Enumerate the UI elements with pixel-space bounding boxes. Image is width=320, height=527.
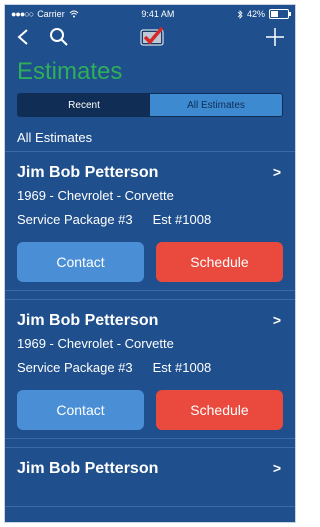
chevron-right-icon[interactable]: > xyxy=(273,312,281,328)
bluetooth-icon xyxy=(237,9,243,19)
vehicle-info: 1969 - Chevrolet - Corvette xyxy=(17,188,174,203)
customer-name: Jim Bob Petterson xyxy=(17,312,159,329)
app-screen: ●●●○○ Carrier 9:41 AM 42% Estimates Rece… xyxy=(4,4,296,523)
clock: 9:41 AM xyxy=(141,9,175,19)
package-row: Service Package #3 Est #1008 xyxy=(17,356,283,380)
service-package: Service Package #3 xyxy=(17,212,133,227)
contact-button[interactable]: Contact xyxy=(17,242,144,282)
tab-all-estimates[interactable]: All Estimates xyxy=(150,94,282,116)
package-row: Service Package #3 Est #1008 xyxy=(17,208,283,232)
signal-icon: ●●●○○ xyxy=(11,9,34,19)
segmented-control: Recent All Estimates xyxy=(17,93,283,117)
schedule-button[interactable]: Schedule xyxy=(156,242,283,282)
chevron-right-icon[interactable]: > xyxy=(273,164,281,180)
checkmark-logo-icon xyxy=(139,25,165,54)
estimate-number: Est #1008 xyxy=(152,212,212,227)
schedule-button[interactable]: Schedule xyxy=(156,390,283,430)
battery-percent: 42% xyxy=(246,9,265,19)
page-title: Estimates xyxy=(17,58,123,85)
button-row: Contact Schedule xyxy=(17,390,283,430)
estimate-card[interactable]: Jim Bob Petterson > 1969 - Chevrolet - C… xyxy=(5,299,295,439)
add-icon[interactable] xyxy=(265,27,285,52)
vehicle-info: 1969 - Chevrolet - Corvette xyxy=(17,336,174,351)
status-left: ●●●○○ Carrier xyxy=(11,9,79,19)
status-right: 42% xyxy=(237,9,291,19)
contact-button[interactable]: Contact xyxy=(17,390,144,430)
button-row: Contact Schedule xyxy=(17,242,283,282)
customer-name: Jim Bob Petterson xyxy=(17,460,159,477)
back-icon[interactable] xyxy=(15,27,31,52)
estimate-card[interactable]: Jim Bob Petterson > 1969 - Chevrolet - C… xyxy=(5,151,295,291)
nav-bar xyxy=(5,23,295,57)
carrier-label: Carrier xyxy=(37,9,65,19)
estimate-card[interactable]: Jim Bob Petterson > xyxy=(5,447,295,507)
chevron-right-icon[interactable]: > xyxy=(273,460,281,476)
wifi-icon xyxy=(69,10,79,18)
status-bar: ●●●○○ Carrier 9:41 AM 42% xyxy=(5,5,295,23)
customer-name: Jim Bob Petterson xyxy=(17,164,159,181)
service-package: Service Package #3 xyxy=(17,360,133,375)
battery-icon xyxy=(269,9,291,19)
section-header: All Estimates xyxy=(17,130,93,145)
tab-recent[interactable]: Recent xyxy=(18,94,150,116)
estimate-number: Est #1008 xyxy=(152,360,212,375)
search-icon[interactable] xyxy=(49,27,69,52)
